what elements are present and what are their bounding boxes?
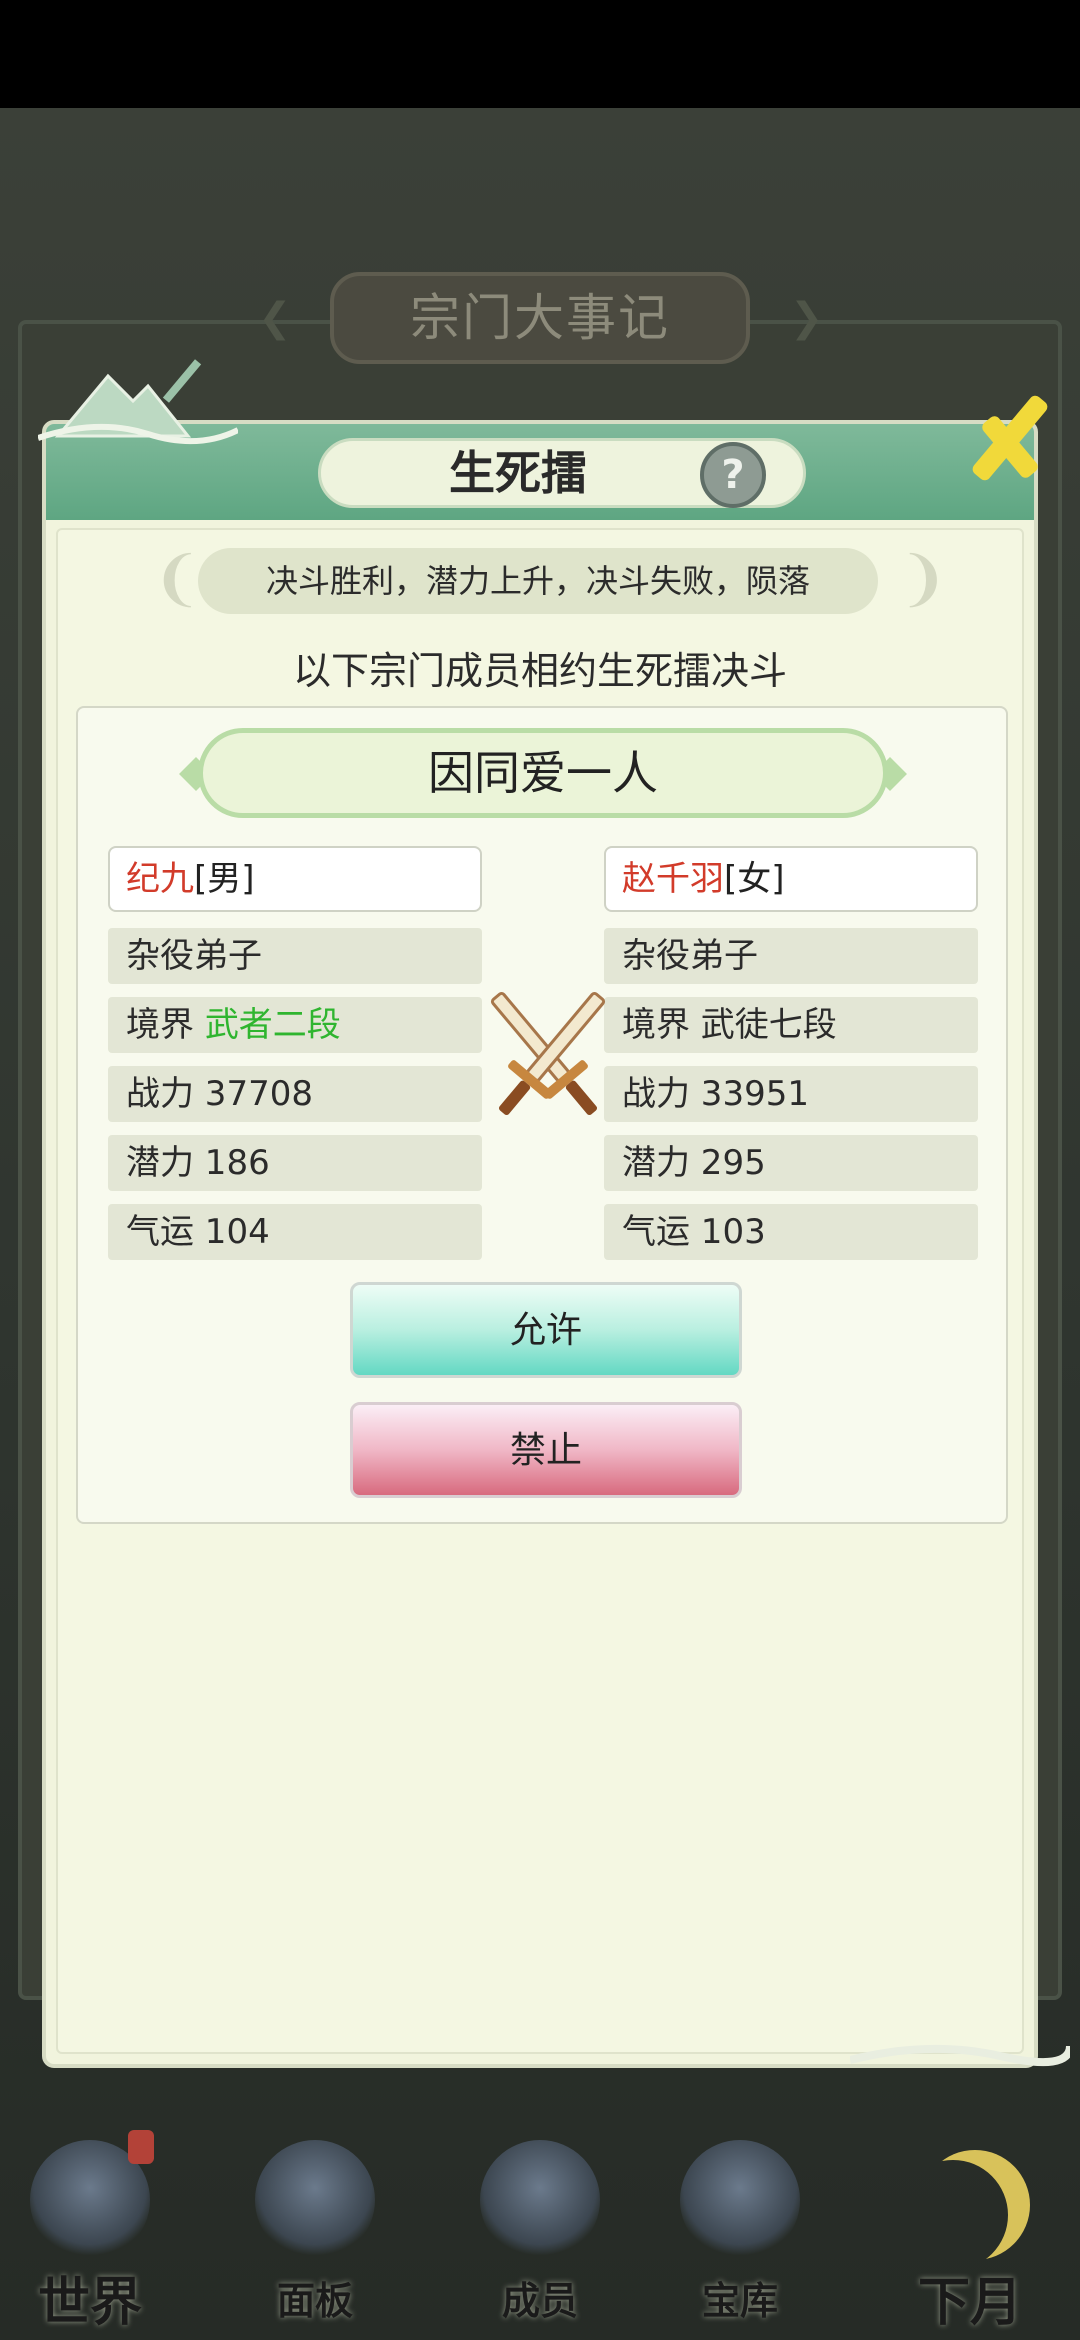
left-potential: 潜力 186	[108, 1135, 482, 1191]
right-fighter-name: 赵千羽[女]	[604, 846, 978, 912]
right-name: 赵千羽	[622, 859, 724, 899]
nav-label: 面板	[276, 2278, 353, 2323]
nav-label: 成员	[501, 2278, 578, 2323]
left-realm: 境界 武者二段	[108, 997, 482, 1053]
treasury-icon	[680, 2140, 800, 2260]
nav-next-month[interactable]: 下月	[880, 2120, 1060, 2340]
duel-dialog: 生死擂 ? ❨ ❩ 决斗胜利，潜力上升，决斗失败，陨落 以下宗门成员相约生死擂决…	[42, 420, 1038, 2068]
bottom-nav: 世界 面板 成员 宝库 下月	[0, 2120, 1080, 2340]
mountain-ornament	[38, 359, 238, 445]
nav-treasury[interactable]: 宝库	[650, 2120, 830, 2340]
duel-card: 因同爱一人 纪九[男] 杂役弟子 境界 武者二段 战力 37708 潜力 186…	[76, 706, 1008, 1524]
question-icon: ?	[721, 452, 745, 498]
bg-right-ornament: ❯	[790, 295, 824, 341]
scroll-ornament	[850, 2044, 1070, 2067]
right-realm: 境界 武徒七段	[604, 997, 978, 1053]
left-realm-label: 境界	[126, 1005, 194, 1045]
allow-button[interactable]: 允许	[350, 1282, 742, 1378]
status-bar	[0, 0, 1080, 108]
left-fighter-name: 纪九[男]	[108, 846, 482, 912]
right-luck: 气运 103	[604, 1204, 978, 1260]
close-button[interactable]	[950, 382, 1060, 492]
left-luck: 气运 104	[108, 1204, 482, 1260]
right-role: 杂役弟子	[604, 928, 978, 984]
left-gender: [男]	[194, 859, 255, 899]
right-cloud-ornament: ❩	[898, 544, 949, 614]
dialog-title: 生死擂	[449, 446, 587, 500]
nav-panel[interactable]: 面板	[225, 2120, 405, 2340]
background-title: 宗门大事记	[410, 289, 670, 347]
panel-icon	[255, 2140, 375, 2260]
right-potential: 潜力 295	[604, 1135, 978, 1191]
nav-label: 下月	[917, 2272, 1022, 2333]
left-cloud-ornament: ❨	[152, 544, 203, 614]
bg-left-ornament: ❮	[258, 295, 292, 341]
nav-label: 宝库	[701, 2278, 778, 2323]
left-role: 杂役弟子	[108, 928, 482, 984]
deny-button[interactable]: 禁止	[350, 1402, 742, 1498]
right-power: 战力 33951	[604, 1066, 978, 1122]
duel-subtitle: 以下宗门成员相约生死擂决斗	[292, 649, 787, 693]
moon-icon	[920, 2150, 1030, 2260]
crossed-swords-icon	[490, 991, 606, 1116]
nav-world[interactable]: 世界	[0, 2120, 180, 2340]
help-button[interactable]: ?	[700, 442, 766, 508]
right-gender: [女]	[724, 859, 785, 899]
duel-reason: 因同爱一人	[198, 728, 888, 818]
left-power: 战力 37708	[108, 1066, 482, 1122]
left-name: 纪九	[126, 859, 194, 899]
nav-members[interactable]: 成员	[450, 2120, 630, 2340]
members-icon	[480, 2140, 600, 2260]
duel-rule: 决斗胜利，潜力上升，决斗失败，陨落	[198, 548, 878, 614]
notification-dot	[128, 2130, 154, 2164]
left-realm-value: 武者二段	[204, 1005, 341, 1045]
nav-label: 世界	[37, 2272, 142, 2333]
